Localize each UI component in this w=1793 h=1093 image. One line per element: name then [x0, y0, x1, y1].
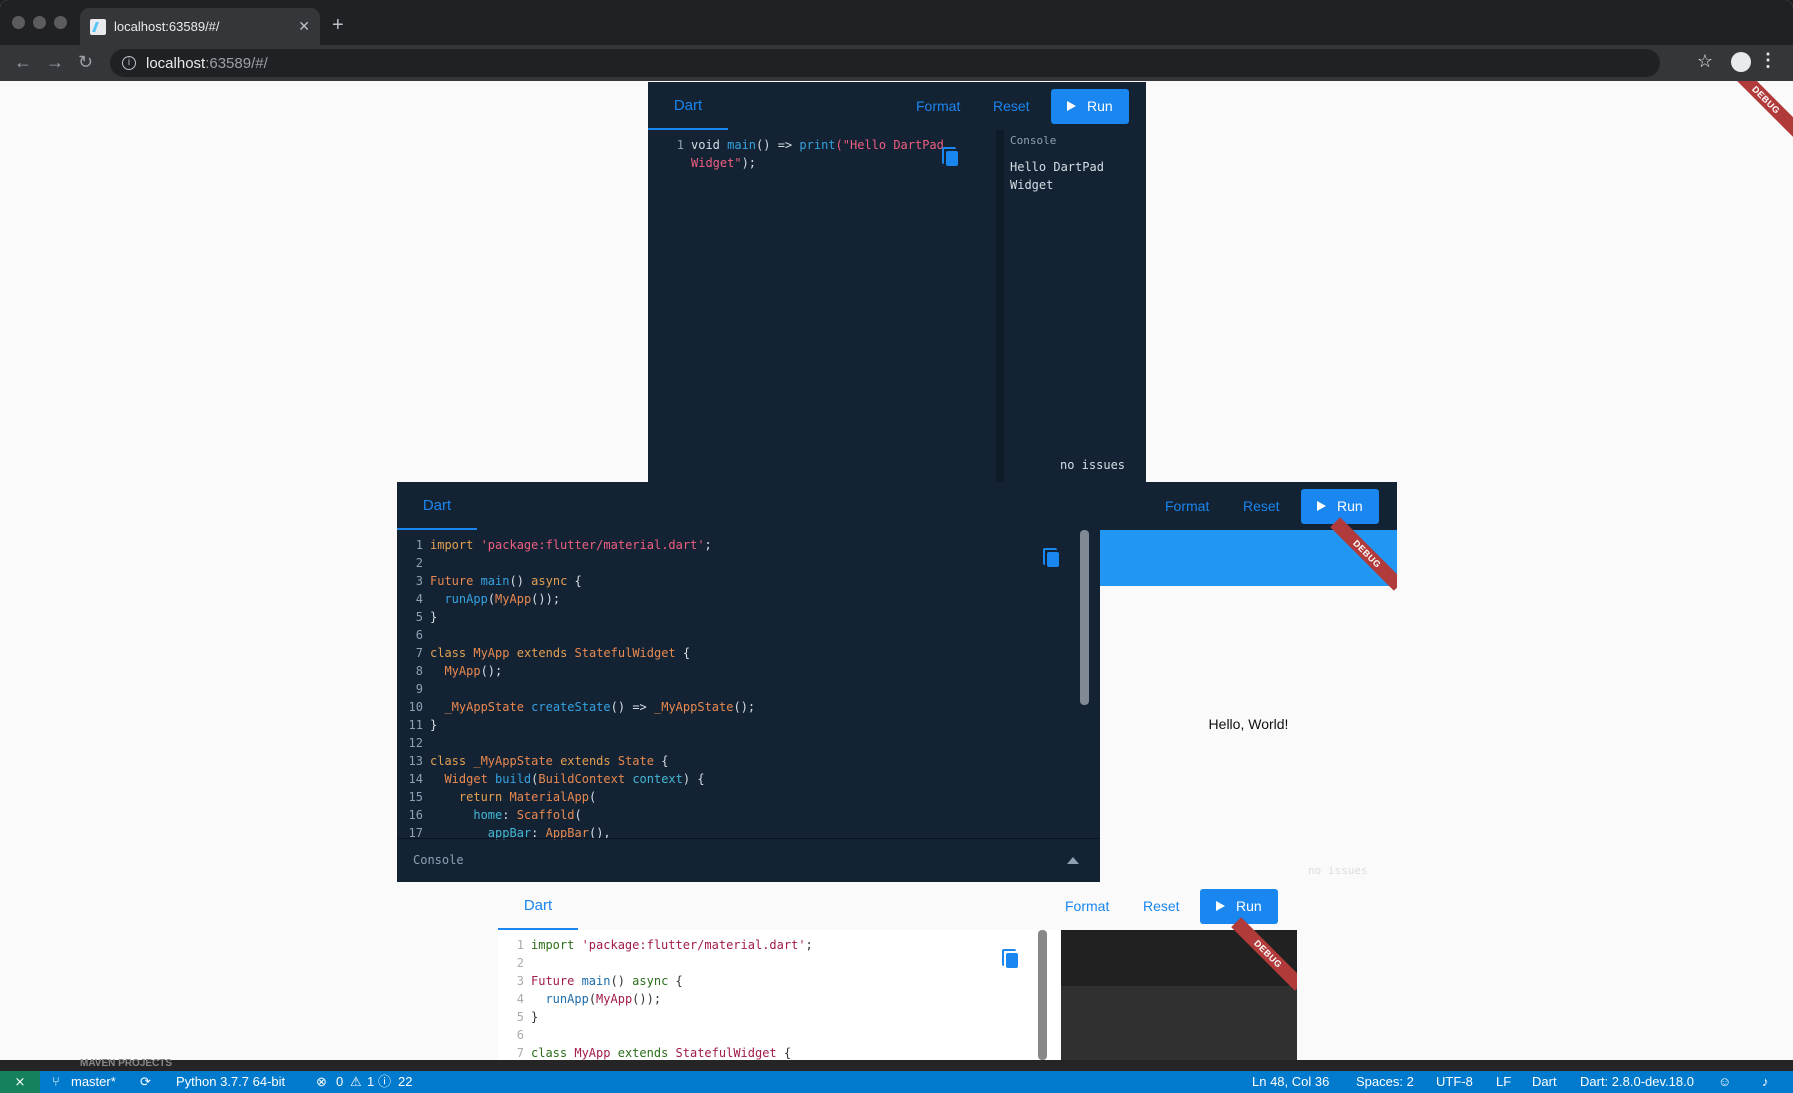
close-tab-icon[interactable]: ✕	[298, 18, 310, 35]
address-bar[interactable]: i localhost:63589/#/	[110, 49, 1660, 77]
console-output-line-2: Widget	[1010, 178, 1054, 192]
git-branch-icon: ⑂	[52, 1074, 60, 1089]
reset-button[interactable]: Reset	[1143, 890, 1180, 922]
close-window-icon[interactable]	[12, 16, 25, 29]
line-ending[interactable]: LF	[1496, 1071, 1511, 1093]
format-button[interactable]: Format	[1165, 490, 1209, 522]
info-count[interactable]: 22	[398, 1071, 412, 1093]
format-button[interactable]: Format	[916, 90, 960, 122]
tab-dart[interactable]: Dart	[397, 482, 477, 530]
bookmark-star-icon[interactable]: ☆	[1697, 51, 1713, 72]
tab-dart[interactable]: Dart	[498, 882, 578, 930]
chevron-up-icon[interactable]	[1067, 857, 1079, 864]
url-host: localhost	[146, 54, 206, 72]
issues-status: no issues	[1060, 458, 1126, 472]
error-icon: ⊗	[316, 1074, 327, 1089]
splitter[interactable]	[996, 130, 1004, 482]
sync-icon[interactable]: ⟳	[140, 1071, 151, 1093]
new-tab-icon[interactable]: +	[332, 14, 344, 37]
issues-status: no issues	[1308, 864, 1368, 877]
window-controls	[12, 16, 67, 29]
language-mode[interactable]: Dart	[1532, 1071, 1557, 1093]
console-title: Console	[1010, 134, 1057, 147]
code-editor[interactable]: 1 import 'package:flutter/material.dart';…	[502, 936, 813, 1060]
dartpad-flutter-embed: Dart Format Reset Run 1 import 'package:f…	[397, 482, 1397, 882]
reset-button[interactable]: Reset	[1243, 490, 1280, 522]
console-drawer[interactable]: Console	[397, 838, 1100, 882]
remote-icon[interactable]: ⨯	[0, 1071, 40, 1093]
indentation[interactable]: Spaces: 2	[1356, 1071, 1414, 1093]
format-button[interactable]: Format	[1065, 890, 1109, 922]
dartpad-light-embed: Dart Format Reset Run 1 import 'package:f…	[498, 882, 1297, 1060]
browser-menu-icon[interactable]: ⋮	[1759, 50, 1777, 71]
tab-dart[interactable]: Dart	[648, 82, 728, 130]
minimize-window-icon[interactable]	[33, 16, 46, 29]
flutter-preview: DEBUG	[1061, 917, 1297, 1060]
editor-scrollbar[interactable]	[1038, 930, 1047, 1060]
vscode-status-bar: ⨯ ⑂ master* ⟳ Python 3.7.7 64-bit ⊗ 0 ⚠ …	[0, 1071, 1793, 1093]
warning-count[interactable]: 1	[367, 1071, 374, 1093]
notifications-bell-icon[interactable]: ♪	[1762, 1071, 1769, 1093]
page-content: DEBUG Dart Format Reset Run 1 void main()…	[0, 81, 1793, 1060]
browser-titlebar: localhost:63589/#/ ✕ +	[0, 0, 1793, 45]
dart-sdk-version[interactable]: Dart: 2.8.0-dev.18.0	[1580, 1071, 1694, 1093]
editor-scrollbar[interactable]	[1080, 530, 1089, 705]
run-button[interactable]: Run	[1051, 89, 1129, 124]
copy-icon[interactable]	[942, 147, 958, 166]
browser-toolbar: ← → ↻ i localhost:63589/#/ ☆ ⋮	[0, 45, 1793, 81]
debug-ribbon: DEBUG	[1729, 81, 1793, 137]
browser-tab-title: localhost:63589/#/	[114, 19, 220, 34]
back-icon[interactable]: ←	[14, 52, 32, 73]
flutter-favicon-icon	[90, 18, 106, 35]
maven-projects-label: MAVEN PROJECTS	[80, 1058, 173, 1069]
dartpad-console-embed: Dart Format Reset Run 1 void main() => pr…	[648, 82, 1146, 482]
vscode-panel: MAVEN PROJECTS	[0, 1058, 1793, 1071]
warning-icon: ⚠	[350, 1074, 362, 1089]
url-path: :63589/#/	[205, 54, 268, 72]
python-interpreter[interactable]: Python 3.7.7 64-bit	[176, 1071, 285, 1093]
copy-icon[interactable]	[1043, 548, 1059, 567]
cursor-position[interactable]: Ln 48, Col 36	[1252, 1071, 1329, 1093]
error-count[interactable]: 0	[336, 1071, 343, 1093]
code-editor[interactable]: 1 import 'package:flutter/material.dart';…	[397, 530, 1100, 882]
forward-icon[interactable]: →	[46, 52, 64, 73]
reload-icon[interactable]: ↻	[78, 52, 93, 73]
browser-window: localhost:63589/#/ ✕ + ← → ↻ i localhost…	[0, 0, 1793, 1060]
feedback-icon[interactable]: ☺	[1718, 1071, 1731, 1093]
console-title: Console	[413, 853, 464, 867]
flutter-preview: DEBUG Hello, World! no issues	[1100, 517, 1397, 882]
console-output-line-1: Hello DartPad	[1010, 160, 1104, 174]
info-icon: ⓘ	[378, 1074, 392, 1089]
code-editor[interactable]: 1 void main() => print("Hello DartPad Wid…	[662, 136, 944, 172]
browser-tab[interactable]: localhost:63589/#/ ✕	[80, 8, 320, 45]
encoding[interactable]: UTF-8	[1436, 1071, 1473, 1093]
reset-button[interactable]: Reset	[993, 90, 1030, 122]
copy-icon[interactable]	[1002, 949, 1018, 968]
preview-text: Hello, World!	[1208, 716, 1289, 732]
info-icon[interactable]: i	[122, 56, 136, 70]
maximize-window-icon[interactable]	[54, 16, 67, 29]
git-branch[interactable]: master*	[71, 1071, 116, 1093]
account-avatar-icon[interactable]	[1731, 52, 1751, 72]
